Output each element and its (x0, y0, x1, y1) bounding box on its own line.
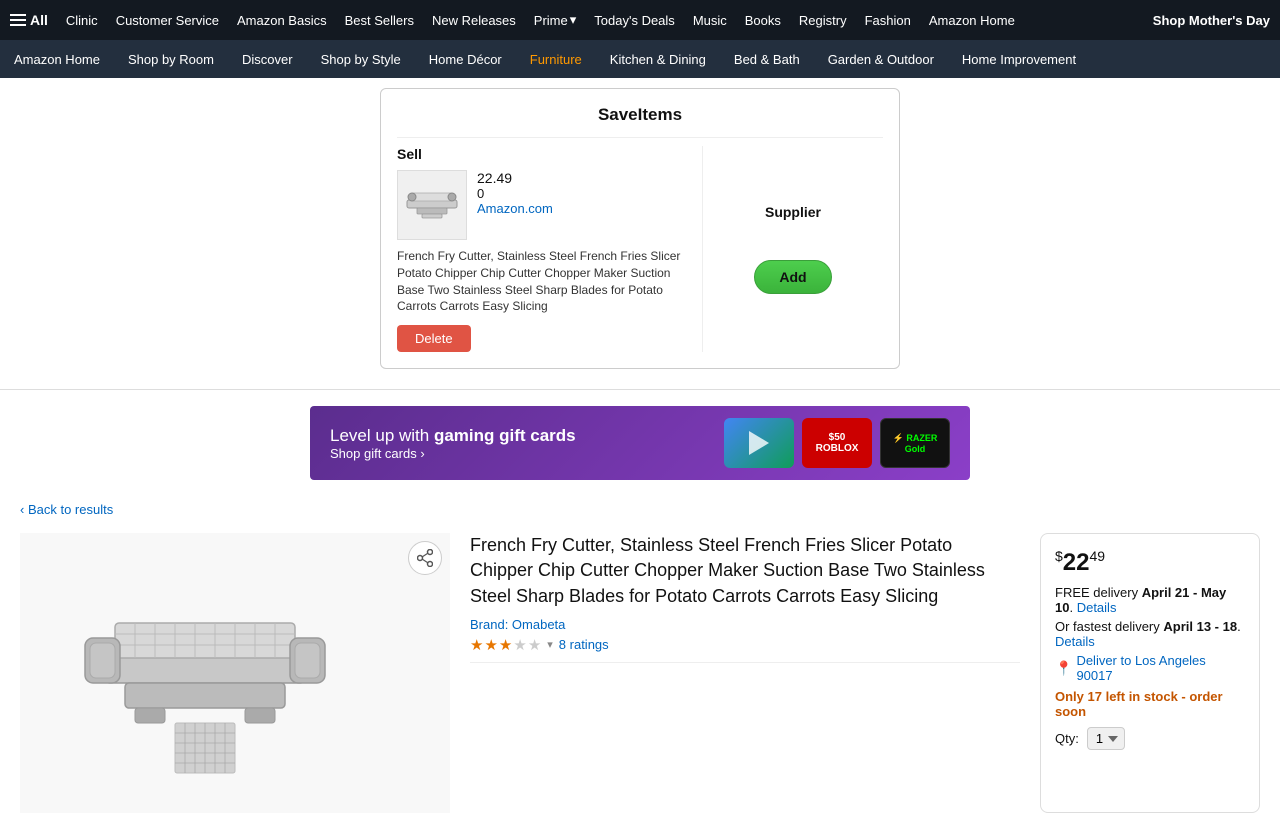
buy-box: $2249 FREE delivery April 21 - May 10. D… (1040, 533, 1260, 813)
secondary-navigation: Amazon Home Shop by Room Discover Shop b… (0, 40, 1280, 78)
location-icon: 📍 (1055, 660, 1072, 677)
sec-nav-home-improvement[interactable]: Home Improvement (958, 44, 1080, 75)
share-icon (417, 549, 433, 567)
banner-cards: $50ROBLOX ⚡ RAZERGold (724, 418, 950, 468)
price-whole: 22 (1063, 549, 1090, 576)
product-image-box (20, 533, 450, 813)
all-label: All (30, 12, 48, 28)
save-item-zero: 0 (477, 186, 690, 201)
rating-dropdown-icon[interactable]: ▾ (547, 638, 553, 651)
product-main: French Fry Cutter, Stainless Steel Frenc… (20, 533, 1260, 813)
nav-books[interactable]: Books (745, 13, 781, 28)
star-rating[interactable]: ★ ★ ★ ★ ★ (470, 636, 541, 654)
product-area: Back to results (0, 490, 1280, 825)
currency-symbol: $ (1055, 548, 1063, 564)
sec-nav-garden-outdoor[interactable]: Garden & Outdoor (824, 44, 938, 75)
product-title: French Fry Cutter, Stainless Steel Frenc… (470, 533, 1020, 609)
add-button[interactable]: Add (754, 260, 831, 294)
nav-new-releases[interactable]: New Releases (432, 13, 516, 28)
google-play-icon (745, 429, 773, 457)
nav-music[interactable]: Music (693, 13, 727, 28)
qty-label: Qty: (1055, 731, 1079, 746)
stock-warning: Only 17 left in stock - order soon (1055, 689, 1245, 719)
save-item-row: 22.49 0 Amazon.com (397, 170, 690, 240)
save-item-title: French Fry Cutter, Stainless Steel Frenc… (397, 248, 690, 315)
fastest-delivery-text: Or fastest delivery April 13 - 18. Detai… (1055, 619, 1245, 649)
save-items-sell-col: Sell 22.49 (397, 146, 703, 352)
save-item-details: 22.49 0 Amazon.com (477, 170, 690, 216)
product-details-column: French Fry Cutter, Stainless Steel Frenc… (470, 533, 1020, 813)
banner-bold: gaming gift cards (434, 426, 576, 445)
google-play-card (724, 418, 794, 468)
nav-amazon-home[interactable]: Amazon Home (929, 13, 1015, 28)
hamburger-icon (10, 14, 26, 26)
roblox-label: $50ROBLOX (816, 432, 859, 454)
delivery-text: FREE delivery April 21 - May 10. Details (1055, 585, 1245, 615)
nav-best-sellers[interactable]: Best Sellers (345, 13, 414, 28)
all-menu-button[interactable]: All (10, 12, 48, 28)
save-items-overlay: SaveItems Sell (0, 78, 1280, 390)
product-image-column (20, 533, 450, 813)
save-item-price: 22.49 (477, 170, 690, 186)
roblox-card: $50ROBLOX (802, 418, 872, 468)
details-link-1[interactable]: Details (1077, 600, 1117, 615)
delete-button[interactable]: Delete (397, 325, 471, 352)
razer-card: ⚡ RAZERGold (880, 418, 950, 468)
price-fraction: 49 (1090, 548, 1106, 564)
save-items-title: SaveItems (397, 105, 883, 125)
deliver-to-button[interactable]: 📍 Deliver to Los Angeles 90017 (1055, 653, 1245, 683)
sec-nav-bed-bath[interactable]: Bed & Bath (730, 44, 804, 75)
nav-amazon-basics[interactable]: Amazon Basics (237, 13, 327, 28)
nav-todays-deals[interactable]: Today's Deals (594, 13, 675, 28)
save-items-box: SaveItems Sell (380, 88, 900, 369)
supplier-header: Supplier (754, 204, 831, 220)
sec-nav-furniture[interactable]: Furniture (526, 44, 586, 75)
gaming-banner: Level up with gaming gift cards Shop gif… (310, 406, 970, 480)
save-item-amazon-link[interactable]: Amazon.com (477, 201, 553, 216)
brand-link[interactable]: Brand: Omabeta (470, 617, 565, 632)
star-4: ★ (513, 636, 526, 654)
banner-headline: Level up with gaming gift cards (330, 426, 708, 446)
deliver-to-label: Deliver to Los Angeles 90017 (1076, 653, 1245, 683)
nav-clinic[interactable]: Clinic (66, 13, 98, 28)
prime-dropdown-icon: ▾ (570, 12, 577, 28)
nav-registry[interactable]: Registry (799, 13, 847, 28)
details-link-2[interactable]: Details (1055, 634, 1095, 649)
save-item-image (397, 170, 467, 240)
top-navigation: All Clinic Customer Service Amazon Basic… (0, 0, 1280, 40)
promo-label[interactable]: Shop Mother's Day (1153, 13, 1270, 28)
save-items-supplier-col: Supplier Add (703, 146, 883, 352)
quantity-row: Qty: 1 2 3 4 5 (1055, 727, 1245, 750)
back-to-results-link[interactable]: Back to results (20, 502, 113, 517)
sec-nav-shop-by-room[interactable]: Shop by Room (124, 44, 218, 75)
banner-text: Level up with gaming gift cards Shop gif… (330, 426, 708, 461)
sec-nav-home-decor[interactable]: Home Décor (425, 44, 506, 75)
banner-shop-link[interactable]: Shop gift cards › (330, 446, 425, 461)
razer-label: ⚡ RAZERGold (893, 433, 938, 454)
ratings-count-link[interactable]: 8 ratings (559, 637, 609, 652)
nav-fashion[interactable]: Fashion (865, 13, 911, 28)
star-2: ★ (484, 636, 497, 654)
product-thumbnail-svg (402, 175, 462, 235)
rating-row: ★ ★ ★ ★ ★ ▾ 8 ratings (470, 636, 1020, 654)
star-1: ★ (470, 636, 483, 654)
sec-nav-discover[interactable]: Discover (238, 44, 297, 75)
nav-customer-service[interactable]: Customer Service (116, 13, 219, 28)
sec-nav-kitchen-dining[interactable]: Kitchen & Dining (606, 44, 710, 75)
star-3: ★ (499, 636, 512, 654)
sec-nav-amazon-home[interactable]: Amazon Home (10, 44, 104, 75)
share-button[interactable] (408, 541, 442, 575)
product-image-svg (75, 553, 395, 793)
star-5: ★ (528, 636, 541, 654)
buy-price: $2249 (1055, 548, 1245, 577)
sec-nav-shop-by-style[interactable]: Shop by Style (317, 44, 405, 75)
fastest-date: April 13 - 18 (1163, 619, 1237, 634)
sell-header: Sell (397, 146, 690, 162)
quantity-select[interactable]: 1 2 3 4 5 (1087, 727, 1125, 750)
nav-prime[interactable]: Prime ▾ (534, 12, 576, 28)
